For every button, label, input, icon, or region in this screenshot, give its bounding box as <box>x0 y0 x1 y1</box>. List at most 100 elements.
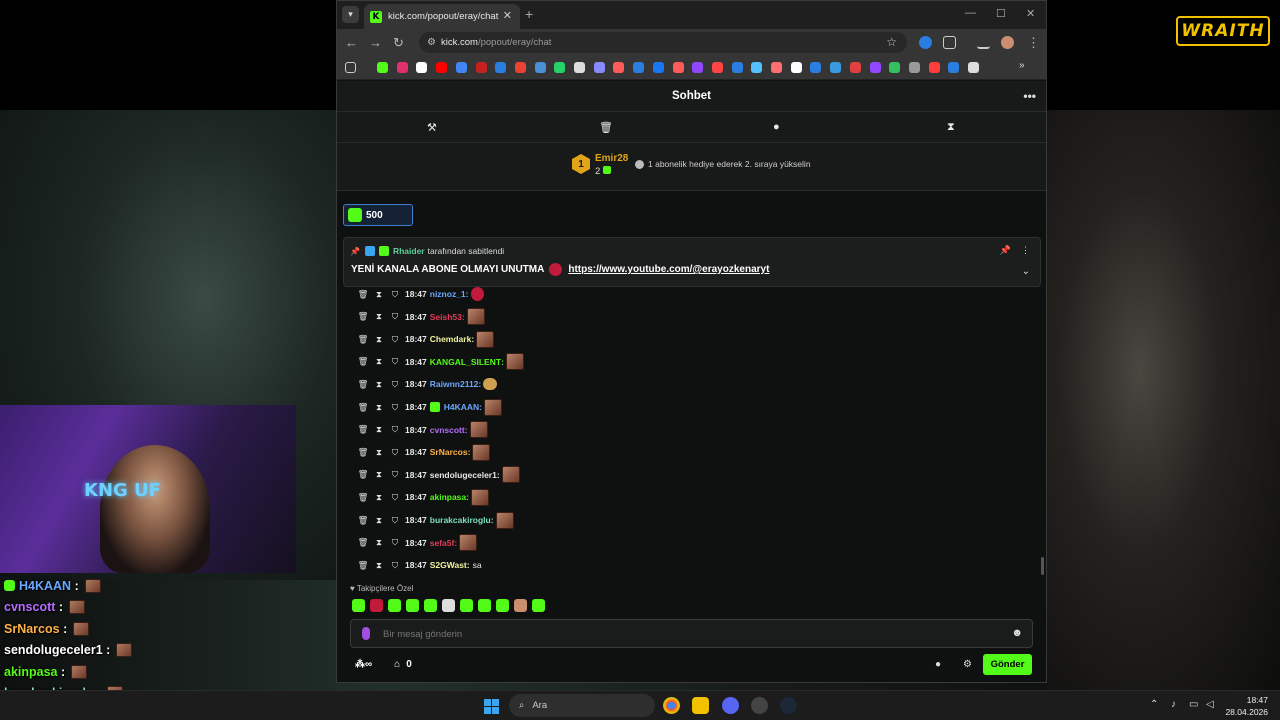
ban-hammer-icon[interactable]: ⚒ <box>427 121 437 134</box>
taskbar-search[interactable]: ⌕ Ara <box>509 694 655 717</box>
network-icon[interactable]: ▭ <box>1189 699 1198 710</box>
chat-scrollbar[interactable] <box>1041 557 1044 575</box>
quick-emote[interactable] <box>460 599 473 612</box>
delete-message-icon[interactable]: 🗑 <box>355 424 371 435</box>
quick-emote[interactable] <box>388 599 401 612</box>
message-username[interactable]: Seish53 <box>430 312 462 322</box>
bookmark-icon[interactable] <box>968 62 979 73</box>
bookmark-icon[interactable] <box>574 62 585 73</box>
quick-emote[interactable] <box>370 599 383 612</box>
timeout-icon[interactable]: ⧗ <box>371 560 387 571</box>
shield-icon[interactable]: ⛉ <box>387 560 403 571</box>
bookmark-icon[interactable] <box>948 62 960 73</box>
app-icon[interactable] <box>751 697 768 714</box>
bookmark-icon[interactable] <box>928 62 940 73</box>
shield-icon[interactable]: ⛉ <box>387 424 403 435</box>
message-username[interactable]: akinpasa <box>430 492 466 502</box>
timeout-icon[interactable]: ⧗ <box>371 402 387 413</box>
bookmark-icon[interactable] <box>416 62 428 73</box>
windows-start-icon[interactable] <box>484 699 499 714</box>
timeout-icon[interactable]: ⧗ <box>371 289 387 300</box>
shield-icon[interactable]: ⛉ <box>387 492 403 503</box>
message-username[interactable]: cvnscott <box>430 425 465 435</box>
shield-icon[interactable]: ⛉ <box>387 515 403 526</box>
bookmark-icon[interactable] <box>593 62 605 73</box>
bookmark-icon[interactable] <box>436 62 448 73</box>
bookmark-icon[interactable] <box>869 62 881 73</box>
back-icon[interactable]: ← <box>345 35 358 50</box>
bookmark-icon[interactable] <box>692 62 704 73</box>
timeout-icon[interactable]: ⧗ <box>371 469 387 480</box>
shield-icon[interactable]: ⛉ <box>387 537 403 548</box>
settings-gear-icon[interactable]: ⚙ <box>963 659 972 670</box>
chat-bubble-footer-icon[interactable]: ● <box>935 659 941 670</box>
volume-icon[interactable]: ◁ <box>1206 699 1214 710</box>
shield-icon[interactable]: ⛉ <box>387 402 403 413</box>
address-bar[interactable]: ⚙ kick.com/popout/eray/chat ☆ <box>419 32 907 53</box>
collapse-icon[interactable]: ⩡ <box>687 192 693 196</box>
steam-icon[interactable] <box>780 697 797 714</box>
delete-message-icon[interactable]: 🗑 <box>355 447 371 458</box>
tab-search-button[interactable]: ▾ <box>342 6 359 23</box>
message-username[interactable]: H4KAAN <box>444 402 479 412</box>
bookmark-icon[interactable] <box>771 62 782 73</box>
timeout-icon[interactable]: ⧗ <box>371 311 387 322</box>
send-button[interactable]: Gönder <box>983 654 1032 675</box>
timeout-icon[interactable]: ⧗ <box>371 492 387 503</box>
reload-icon[interactable]: ↻ <box>393 35 404 51</box>
media-control-icon[interactable] <box>977 36 990 49</box>
system-clock[interactable]: 18:47 28.04.2026 <box>1225 694 1268 718</box>
message-username[interactable]: burakcakiroglu <box>430 515 491 525</box>
message-username[interactable]: SrNarcos <box>430 447 468 457</box>
bookmark-icon[interactable] <box>396 62 408 73</box>
channel-points[interactable]: ⁂∞ ⌂ 0 <box>355 659 412 670</box>
bookmark-icon[interactable] <box>849 62 861 73</box>
file-explorer-icon[interactable] <box>692 697 709 714</box>
delete-message-icon[interactable]: 🗑 <box>355 311 371 322</box>
bookmark-star-icon[interactable]: ☆ <box>886 35 897 49</box>
message-username[interactable]: sefa5f <box>430 538 455 548</box>
browser-menu-icon[interactable]: ⋮ <box>1027 35 1040 51</box>
delete-message-icon[interactable]: 🗑 <box>355 537 371 548</box>
message-username[interactable]: S2GWast <box>430 560 467 570</box>
chrome-icon[interactable] <box>663 697 680 714</box>
expand-chevron-icon[interactable]: ⌄ <box>1022 266 1030 277</box>
bookmark-icon[interactable] <box>889 62 901 73</box>
quick-emote[interactable] <box>442 599 455 612</box>
quick-emote[interactable] <box>514 599 527 612</box>
bookmark-icon[interactable] <box>810 62 822 73</box>
bookmark-icon[interactable] <box>652 62 664 73</box>
message-username[interactable]: KANGAL_SILENT <box>430 357 501 367</box>
timeout-icon[interactable]: ⧗ <box>371 515 387 526</box>
quick-emote[interactable] <box>532 599 545 612</box>
bookmark-icon[interactable] <box>613 62 625 73</box>
bookmark-icon[interactable] <box>495 62 507 73</box>
bookmark-icon[interactable] <box>377 62 388 73</box>
message-username[interactable]: niznoz_1 <box>430 289 466 299</box>
bookmark-icon[interactable] <box>672 62 684 73</box>
leader-name[interactable]: Emir28 <box>595 153 628 164</box>
extensions-puzzle-icon[interactable] <box>943 36 956 49</box>
bookmark-icon[interactable] <box>554 62 566 73</box>
close-tab-icon[interactable]: ✕ <box>503 9 512 22</box>
profile-avatar[interactable] <box>1001 36 1014 49</box>
apps-grid-icon[interactable] <box>345 62 356 73</box>
shield-icon[interactable]: ⛉ <box>387 379 403 390</box>
bookmark-icon[interactable] <box>731 62 743 73</box>
hourglass-icon[interactable]: ⧗ <box>947 121 955 134</box>
bookmark-icon[interactable] <box>830 62 842 73</box>
delete-message-icon[interactable]: 🗑 <box>355 560 371 571</box>
timeout-icon[interactable]: ⧗ <box>371 447 387 458</box>
quick-emote[interactable] <box>406 599 419 612</box>
shield-icon[interactable]: ⛉ <box>387 334 403 345</box>
quick-emote[interactable] <box>352 599 365 612</box>
timeout-icon[interactable]: ⧗ <box>371 356 387 367</box>
microphone-icon[interactable] <box>362 627 370 640</box>
quick-emote[interactable] <box>424 599 437 612</box>
bookmark-icon[interactable] <box>455 62 467 73</box>
bookmark-icon[interactable] <box>514 62 526 73</box>
delete-message-icon[interactable]: 🗑 <box>355 379 371 390</box>
site-info-icon[interactable]: ⚙ <box>427 37 436 48</box>
delete-message-icon[interactable]: 🗑 <box>355 289 371 300</box>
close-window-icon[interactable]: ✕ <box>1026 7 1035 20</box>
